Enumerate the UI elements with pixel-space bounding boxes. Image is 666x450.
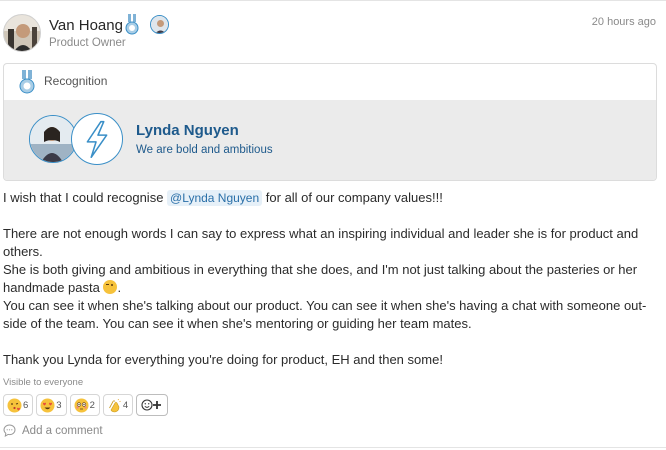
reaction-count: 2 xyxy=(89,399,95,411)
body-line-1: I wish that I could recognise @Lynda Ngu… xyxy=(3,189,653,207)
body-paragraph-2: There are not enough words I can say to … xyxy=(3,226,639,259)
flushed-face-emoji-icon xyxy=(74,398,89,412)
recognition-card: Recognition Lynda Nguyen We are bold and… xyxy=(3,63,657,181)
reaction-count: 6 xyxy=(23,399,29,411)
kissing-heart-emoji-icon xyxy=(7,398,22,412)
recognition-header: Recognition xyxy=(4,64,656,99)
mention-link[interactable]: @Lynda Nguyen xyxy=(167,190,263,206)
post-body: I wish that I could recognise @Lynda Ngu… xyxy=(3,189,653,369)
top-divider xyxy=(0,0,666,1)
recipient-avatar[interactable] xyxy=(29,115,77,163)
comment-bubble-icon xyxy=(3,424,16,437)
add-comment-label: Add a comment xyxy=(22,424,103,437)
reaction-flushed-face[interactable]: 2 xyxy=(69,394,100,416)
recognition-title: Recognition xyxy=(44,74,108,88)
recognition-body: Lynda Nguyen We are bold and ambitious xyxy=(4,100,656,180)
reaction-count: 3 xyxy=(56,399,62,411)
add-comment-link[interactable]: Add a comment xyxy=(3,424,103,437)
medal-icon xyxy=(125,14,139,35)
recipient-mini-photo-icon xyxy=(151,16,168,33)
winking-face-icon xyxy=(103,280,118,294)
recognition-medal-icon xyxy=(19,70,35,94)
reaction-kissing-heart[interactable]: 6 xyxy=(3,394,34,416)
add-emoji-icon xyxy=(141,399,162,411)
recognition-value: We are bold and ambitious xyxy=(136,144,273,156)
body-paragraph-3: She is both giving and ambitious in ever… xyxy=(3,261,653,297)
clapping-hands-emoji-icon xyxy=(109,398,122,412)
reaction-count: 4 xyxy=(122,399,129,411)
recipient-photo-icon xyxy=(30,116,76,162)
body-paragraph-4: You can see it when she's talking about … xyxy=(3,298,647,331)
reaction-bar: 6 3 2 4 xyxy=(3,394,169,416)
reaction-heart-eyes[interactable]: 3 xyxy=(36,394,67,416)
body-text: She is both giving and ambitious in ever… xyxy=(3,262,638,295)
reaction-clapping-hands[interactable]: 4 xyxy=(102,394,134,416)
body-text: . xyxy=(117,280,122,295)
author-avatar[interactable] xyxy=(3,14,41,52)
recipient-name[interactable]: Lynda Nguyen xyxy=(136,122,239,139)
author-role: Product Owner xyxy=(49,37,126,49)
body-paragraph-5: Thank you Lynda for everything you're do… xyxy=(3,352,443,367)
heart-eyes-emoji-icon xyxy=(40,398,55,412)
body-text: I wish that I could recognise xyxy=(3,190,168,205)
add-reaction-button[interactable] xyxy=(136,394,169,416)
recipient-mini-avatar[interactable] xyxy=(150,15,169,34)
bottom-divider xyxy=(0,447,666,448)
lightning-bolt-icon xyxy=(71,113,123,165)
body-text: for all of our company values!!! xyxy=(262,190,443,205)
author-photo-icon xyxy=(4,15,40,51)
visibility-label: Visible to everyone xyxy=(3,377,84,388)
author-name[interactable]: Van Hoang xyxy=(49,17,123,34)
post-timestamp: 20 hours ago xyxy=(591,16,656,28)
